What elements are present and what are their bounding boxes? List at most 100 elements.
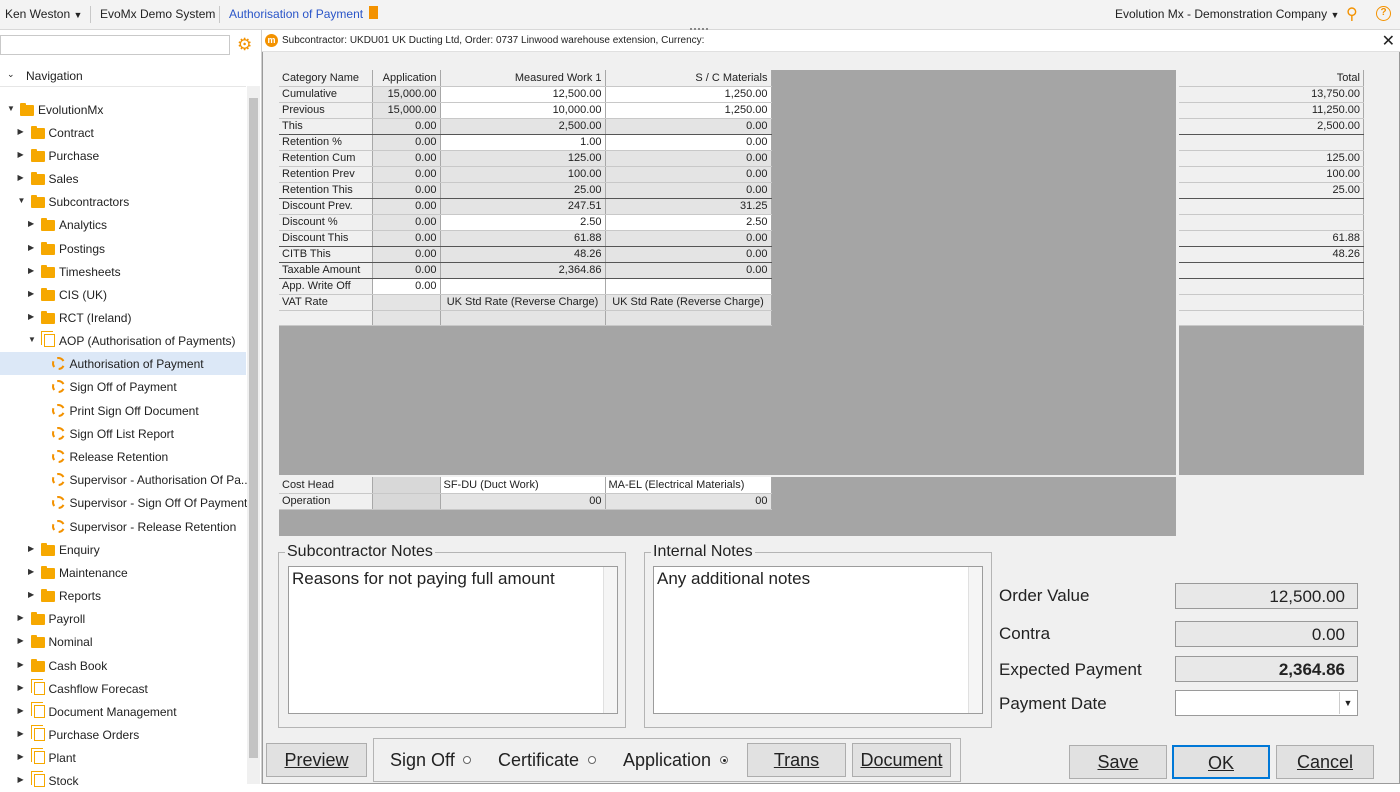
grid-cell[interactable]: 15,000.00: [372, 102, 441, 119]
nav-item[interactable]: ▶ Nominal: [0, 630, 246, 653]
gear-icon[interactable]: ⚙: [237, 35, 252, 55]
cost-cell[interactable]: [372, 477, 441, 494]
grid-cell[interactable]: 48.26: [440, 246, 606, 263]
grid-cell[interactable]: 0.00: [372, 166, 441, 183]
nav-item[interactable]: ▶ Contract: [0, 121, 246, 144]
subcontractor-notes-input[interactable]: Reasons for not paying full amount: [288, 566, 618, 714]
notes-scrollbar[interactable]: [968, 567, 982, 713]
nav-item[interactable]: ▼ Subcontractors: [0, 190, 246, 213]
nav-item[interactable]: ▶ Timesheets: [0, 260, 246, 283]
nav-item[interactable]: Authorisation of Payment: [0, 352, 246, 375]
close-icon[interactable]: ✕: [1382, 31, 1395, 51]
expand-right-icon[interactable]: ▶: [18, 660, 24, 669]
drag-handle[interactable]: [690, 28, 708, 31]
expand-right-icon[interactable]: ▶: [18, 706, 24, 715]
nav-item[interactable]: Supervisor - Sign Off Of Payment: [0, 491, 247, 514]
expand-right-icon[interactable]: ▶: [18, 683, 24, 692]
expand-right-icon[interactable]: ▶: [28, 289, 34, 298]
grid-cell[interactable]: 2,500.00: [440, 118, 606, 135]
expand-right-icon[interactable]: ▶: [28, 567, 34, 576]
application-radio[interactable]: [720, 756, 728, 764]
grid-cell[interactable]: 247.51: [440, 198, 606, 215]
cost-cell[interactable]: 00: [605, 493, 772, 510]
grid-cell[interactable]: 1.00: [440, 134, 606, 151]
nav-item[interactable]: ▶ Cashflow Forecast: [0, 677, 246, 700]
internal-notes-input[interactable]: Any additional notes: [653, 566, 983, 714]
expand-down-icon[interactable]: ▼: [18, 196, 26, 205]
nav-scrollbar-thumb[interactable]: [249, 98, 258, 758]
nav-item[interactable]: ▶ Stock: [0, 769, 246, 792]
nav-item[interactable]: ▼ EvolutionMx: [0, 98, 246, 121]
grid-cell[interactable]: 100.00: [440, 166, 606, 183]
bookmark-icon[interactable]: [369, 6, 378, 19]
chevron-down-icon[interactable]: ▼: [1339, 692, 1356, 714]
expand-right-icon[interactable]: ▶: [18, 729, 24, 738]
grid-cell[interactable]: UK Std Rate (Reverse Charge): [605, 294, 772, 311]
grid-cell[interactable]: 0.00: [605, 134, 772, 151]
grid-cell[interactable]: 0.00: [605, 230, 772, 247]
expand-right-icon[interactable]: ▶: [28, 312, 34, 321]
grid-cell[interactable]: 10,000.00: [440, 102, 606, 119]
document-button[interactable]: Document: [852, 743, 951, 777]
grid-cell[interactable]: 25.00: [440, 182, 606, 199]
grid-cell[interactable]: 15,000.00: [372, 86, 441, 103]
grid-cell[interactable]: [440, 278, 606, 295]
grid-cell[interactable]: 0.00: [372, 214, 441, 231]
grid-cell[interactable]: 0.00: [605, 118, 772, 135]
grid-cell[interactable]: 0.00: [605, 166, 772, 183]
grid-cell[interactable]: 0.00: [372, 150, 441, 167]
nav-item[interactable]: Print Sign Off Document: [0, 399, 246, 422]
expand-right-icon[interactable]: ▶: [18, 150, 24, 159]
user-menu[interactable]: Ken Weston ▼: [5, 7, 82, 21]
help-icon[interactable]: ?: [1376, 6, 1391, 21]
expand-right-icon[interactable]: ▶: [28, 266, 34, 275]
cancel-button[interactable]: Cancel: [1276, 745, 1374, 779]
expand-right-icon[interactable]: ▶: [18, 613, 24, 622]
company-selector[interactable]: Evolution Mx - Demonstration Company ▼: [1115, 7, 1339, 21]
expand-right-icon[interactable]: ▶: [18, 636, 24, 645]
certificate-radio[interactable]: [588, 756, 596, 764]
grid-cell[interactable]: 2.50: [605, 214, 772, 231]
certificate-radio-label[interactable]: Certificate: [498, 750, 579, 771]
payment-date-field[interactable]: ▼: [1175, 690, 1358, 716]
search-icon[interactable]: ⚲: [1346, 4, 1358, 24]
nav-item[interactable]: ▶ Plant: [0, 746, 246, 769]
cost-cell[interactable]: 00: [440, 493, 606, 510]
nav-item[interactable]: Sign Off of Payment: [0, 375, 246, 398]
sign-off-radio-label[interactable]: Sign Off: [390, 750, 455, 771]
expand-down-icon[interactable]: ▼: [7, 104, 15, 113]
nav-item[interactable]: ▶ Payroll: [0, 607, 246, 630]
nav-item[interactable]: ▶ Enquiry: [0, 538, 246, 561]
cost-cell[interactable]: SF-DU (Duct Work): [440, 477, 606, 494]
grid-cell[interactable]: 0.00: [605, 262, 772, 279]
expand-right-icon[interactable]: ▶: [18, 752, 24, 761]
application-radio-label[interactable]: Application: [623, 750, 711, 771]
grid-cell[interactable]: [605, 278, 772, 295]
grid-cell[interactable]: 0.00: [372, 230, 441, 247]
expand-right-icon[interactable]: ▶: [18, 173, 24, 182]
grid-cell[interactable]: 2,364.86: [440, 262, 606, 279]
preview-button[interactable]: Preview: [266, 743, 367, 777]
sign-off-radio[interactable]: [463, 756, 471, 764]
nav-item[interactable]: Sign Off List Report: [0, 422, 246, 445]
grid-cell[interactable]: 0.00: [372, 278, 441, 295]
expand-right-icon[interactable]: ▶: [18, 775, 24, 784]
expand-right-icon[interactable]: ▶: [28, 219, 34, 228]
expand-right-icon[interactable]: ▶: [28, 544, 34, 553]
expand-right-icon[interactable]: ▶: [18, 127, 24, 136]
expand-right-icon[interactable]: ▶: [28, 243, 34, 252]
ok-button[interactable]: OK: [1172, 745, 1270, 779]
system-name[interactable]: EvoMx Demo System: [100, 7, 215, 21]
grid-cell[interactable]: 61.88: [440, 230, 606, 247]
nav-search-input[interactable]: [0, 35, 230, 55]
grid-cell[interactable]: 0.00: [372, 262, 441, 279]
nav-item[interactable]: ▶ Purchase: [0, 144, 246, 167]
nav-item[interactable]: ▶ Cash Book: [0, 654, 246, 677]
cost-cell[interactable]: [372, 493, 441, 510]
save-button[interactable]: Save: [1069, 745, 1167, 779]
grid-cell[interactable]: 1,250.00: [605, 86, 772, 103]
grid-cell[interactable]: 0.00: [372, 198, 441, 215]
trans-button[interactable]: Trans: [747, 743, 846, 777]
nav-item[interactable]: ▶ CIS (UK): [0, 283, 246, 306]
grid-cell[interactable]: 0.00: [372, 246, 441, 263]
